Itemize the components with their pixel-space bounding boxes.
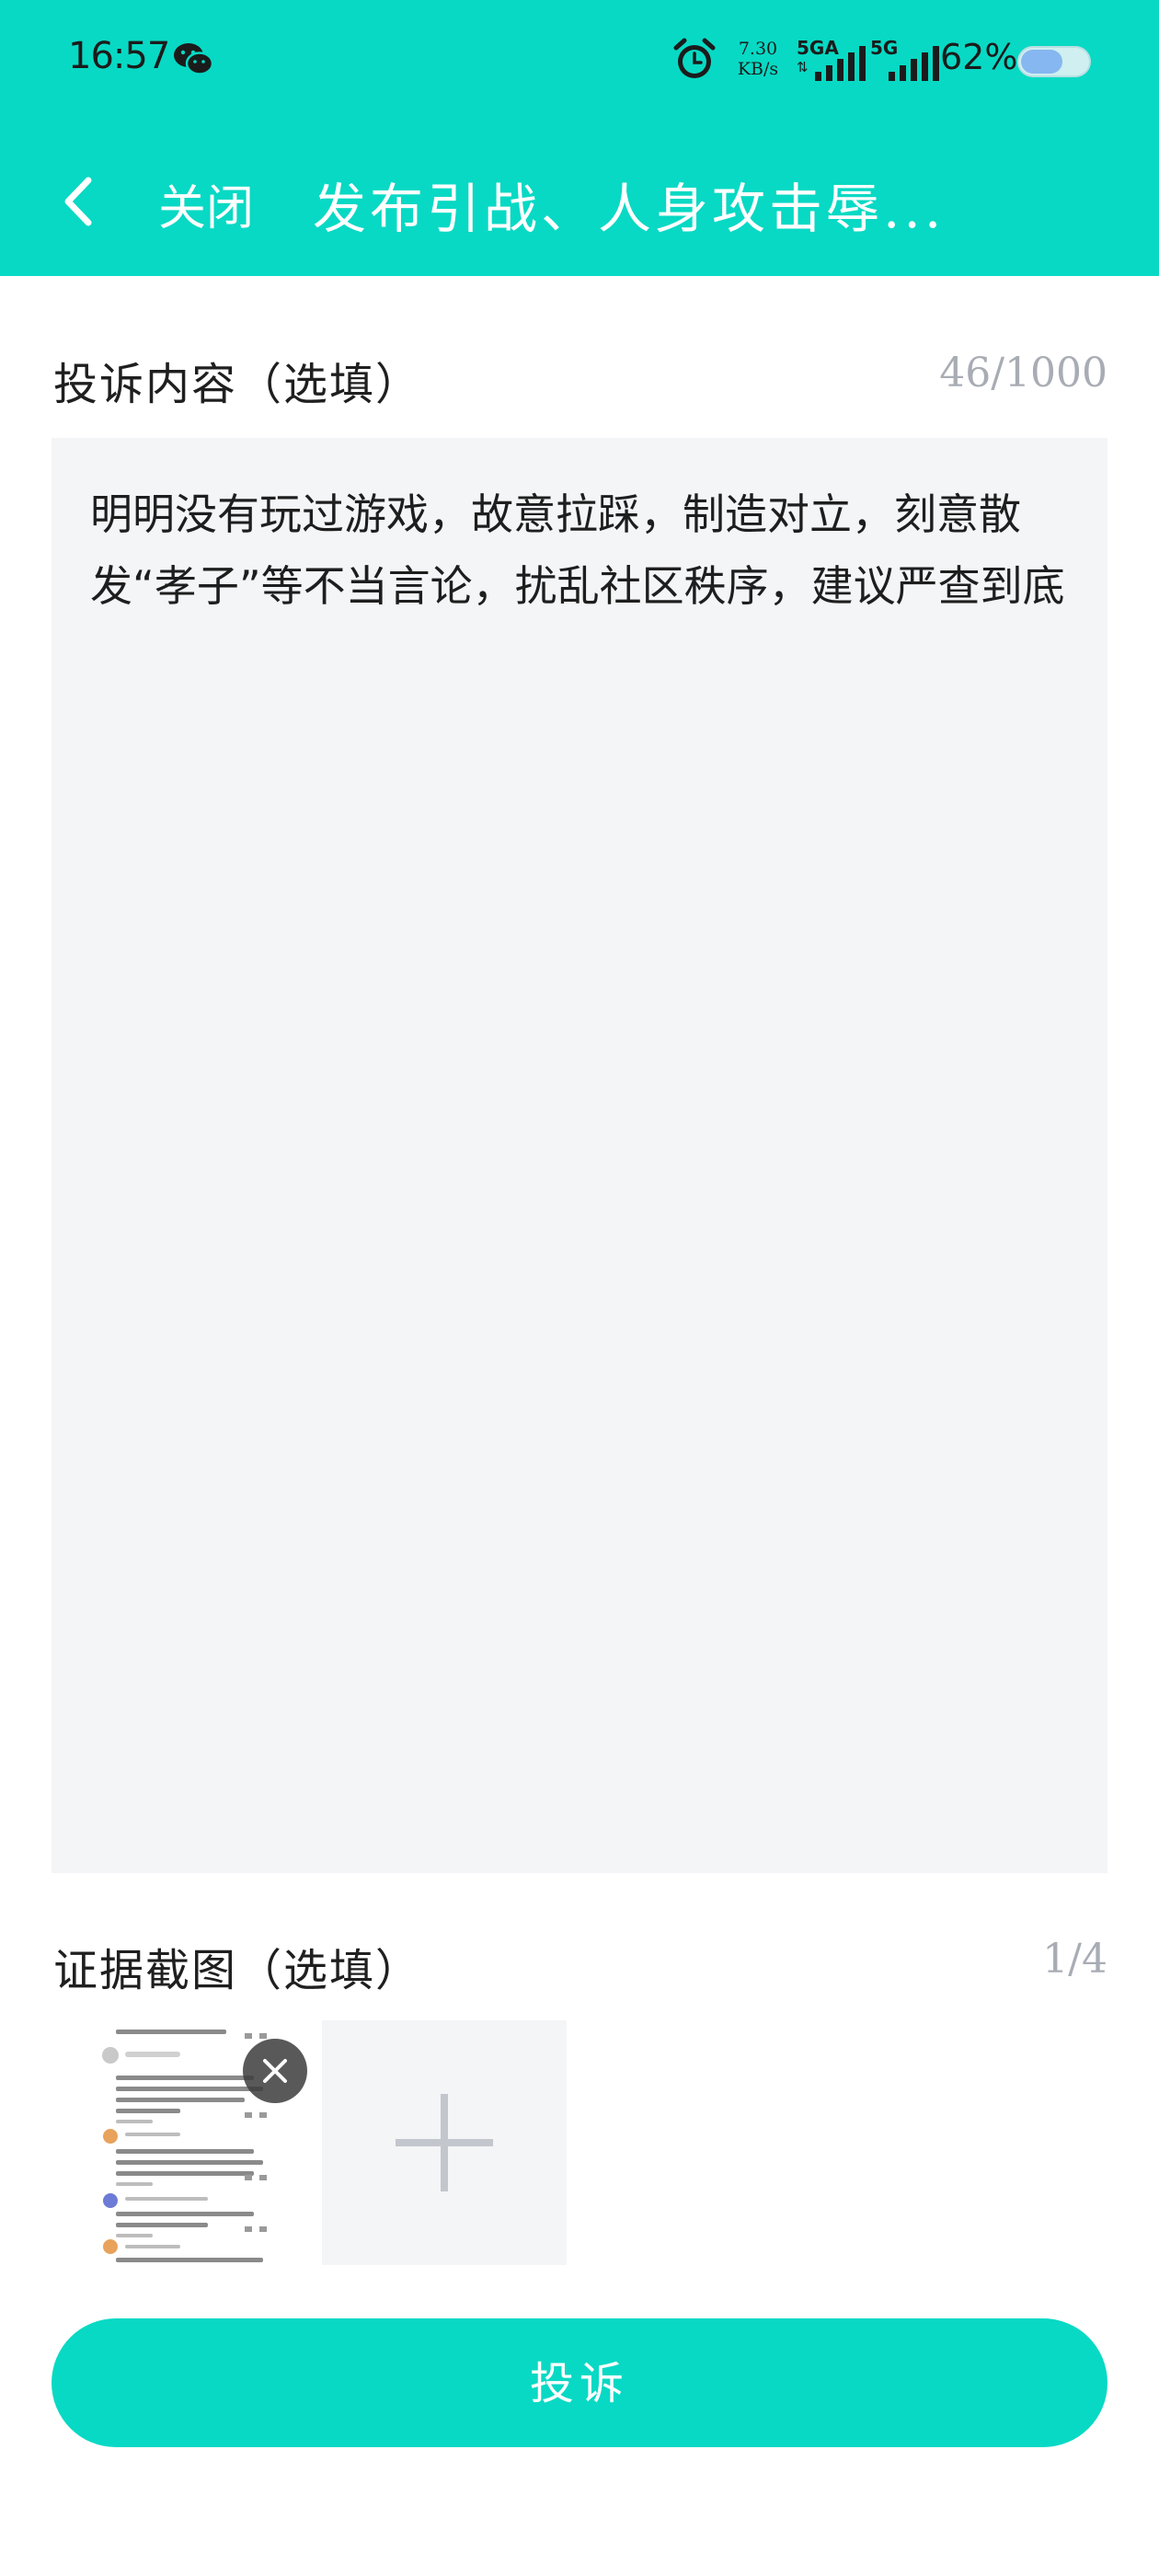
evidence-counter: 1/4 bbox=[1042, 1936, 1107, 1983]
alarm-icon bbox=[673, 38, 716, 78]
evidence-thumbnail[interactable] bbox=[79, 2020, 340, 2265]
complaint-content-label: 投诉内容（选填） bbox=[53, 359, 422, 410]
battery-icon bbox=[1017, 46, 1091, 77]
evidence-screenshot-label: 证据截图（选填） bbox=[53, 1945, 422, 1996]
submit-complaint-button[interactable]: 投诉 bbox=[52, 2318, 1107, 2447]
complaint-text: 明明没有玩过游戏，故意拉踩，制造对立，刻意散发“孝子”等不当言论，扰乱社区秩序，… bbox=[90, 489, 1065, 611]
signal-bars-icon bbox=[815, 46, 866, 81]
complaint-textarea[interactable]: 明明没有玩过游戏，故意拉踩，制造对立，刻意散发“孝子”等不当言论，扰乱社区秩序，… bbox=[52, 438, 1107, 1873]
plus-icon bbox=[396, 2094, 493, 2191]
network-speed-unit: KB/s bbox=[737, 59, 779, 79]
complaint-char-counter: 46/1000 bbox=[939, 350, 1107, 397]
header: 16:57 7.30 KB/s 5GA ⇅ 5G 62% 关闭 发布引战、人身攻… bbox=[0, 0, 1159, 276]
battery-percent: 62% bbox=[940, 37, 1018, 77]
status-time: 16:57 bbox=[68, 35, 170, 77]
add-image-button[interactable] bbox=[322, 2020, 567, 2265]
page-title: 发布引战、人身攻击辱... bbox=[313, 178, 946, 240]
nav-bar: 关闭 发布引战、人身攻击辱... bbox=[0, 147, 1159, 258]
data-arrows-icon: ⇅ bbox=[797, 59, 809, 75]
wechat-icon bbox=[174, 43, 214, 75]
status-bar: 16:57 7.30 KB/s 5GA ⇅ 5G 62% bbox=[0, 0, 1159, 120]
close-button[interactable]: 关闭 bbox=[158, 169, 254, 238]
network-speed: 7.30 KB/s bbox=[732, 39, 784, 79]
battery-fill bbox=[1021, 50, 1062, 74]
remove-image-button[interactable] bbox=[243, 2039, 307, 2103]
close-icon bbox=[263, 2059, 287, 2083]
signal-bars-icon bbox=[889, 46, 939, 81]
back-arrow-icon[interactable] bbox=[57, 169, 99, 234]
network-speed-value: 7.30 bbox=[738, 39, 778, 59]
